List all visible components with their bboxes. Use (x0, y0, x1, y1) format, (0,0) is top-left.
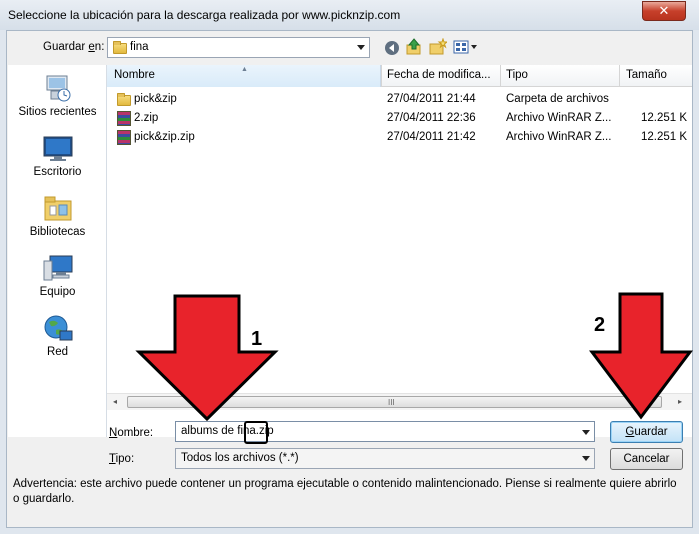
sidebar-item-libraries[interactable]: Bibliotecas (8, 193, 107, 238)
arrow-shape (588, 292, 694, 420)
file-date: 27/04/2011 21:44 (387, 93, 476, 105)
column-separator[interactable] (381, 65, 382, 87)
libraries-icon (42, 193, 74, 223)
up-folder-icon[interactable] (405, 38, 423, 56)
winrar-archive-icon (117, 130, 131, 145)
location-combo[interactable]: fina (107, 37, 370, 58)
annotation-number-2: 2 (594, 314, 606, 336)
sidebar-item-network[interactable]: Red (8, 313, 107, 358)
file-date: 27/04/2011 21:42 (387, 131, 476, 143)
filetype-label: Tipo: (109, 453, 135, 465)
close-icon: ✕ (658, 3, 670, 18)
file-row[interactable]: 2.zip 27/04/2011 22:36 Archivo WinRAR Z.… (107, 109, 692, 128)
column-header: ▲ Nombre Fecha de modifica... Tipo Tamañ… (107, 65, 692, 87)
location-value: fina (130, 41, 149, 53)
file-name: pick&zip.zip (134, 131, 195, 143)
sort-ascending-icon: ▲ (241, 66, 248, 73)
column-name[interactable]: Nombre (114, 69, 155, 81)
view-menu-icon[interactable] (453, 38, 479, 56)
arrow-shape (135, 294, 279, 422)
sidebar-item-desktop[interactable]: Escritorio (8, 133, 107, 178)
dialog-body: Guardar en: fina Sitios recientes Escrit… (6, 30, 693, 528)
save-button[interactable]: Guardar (610, 421, 683, 443)
network-icon (42, 313, 74, 343)
column-size[interactable]: Tamaño (626, 69, 667, 81)
annotation-arrow-1 (135, 294, 279, 422)
desktop-icon (42, 133, 74, 163)
file-type: Carpeta de archivos (506, 93, 609, 105)
chevron-down-icon (582, 456, 590, 461)
sidebar-item-computer[interactable]: Equipo (8, 253, 107, 298)
column-date[interactable]: Fecha de modifica... (387, 69, 491, 81)
filename-label: Nombre: (109, 427, 154, 439)
location-label: Guardar en: (43, 41, 105, 53)
annotation-number-1: 1 (251, 328, 263, 350)
title-bar: Seleccione la ubicación para la descarga… (0, 0, 699, 30)
folder-icon (117, 93, 131, 106)
cancel-button[interactable]: Cancelar (610, 448, 683, 470)
close-button[interactable]: ✕ (642, 1, 686, 21)
winrar-archive-icon (117, 111, 131, 126)
new-folder-icon[interactable] (429, 38, 447, 56)
file-date: 27/04/2011 22:36 (387, 112, 476, 124)
file-row[interactable]: pick&zip 27/04/2011 21:44 Carpeta de arc… (107, 90, 692, 109)
file-type: Archivo WinRAR Z... (506, 112, 612, 124)
window-title: Seleccione la ubicación para la descarga… (8, 8, 401, 22)
save-button-label: Guardar (625, 426, 668, 438)
file-name: 2.zip (134, 112, 159, 124)
column-separator[interactable] (619, 65, 620, 87)
cancel-button-label: Cancelar (623, 453, 670, 465)
chevron-down-icon (357, 45, 365, 50)
recent-places-icon (42, 73, 74, 103)
file-row[interactable]: pick&zip.zip 27/04/2011 21:42 Archivo Wi… (107, 128, 692, 147)
column-separator[interactable] (500, 65, 501, 87)
file-size: 12.251 K (640, 131, 687, 143)
file-size: 12.251 K (640, 112, 687, 124)
filename-field[interactable]: albums de fina.zip (175, 421, 595, 444)
scroll-left-icon[interactable]: ◂ (113, 397, 117, 406)
column-type[interactable]: Tipo (506, 69, 528, 81)
cursor-highlight (244, 421, 268, 444)
chevron-down-icon[interactable] (582, 430, 590, 435)
folder-icon (113, 41, 127, 54)
navigation-pane: Sitios recientes Escritorio Bibliotecas … (8, 65, 107, 437)
computer-icon (42, 253, 74, 283)
annotation-arrow-2 (588, 292, 694, 420)
file-type: Archivo WinRAR Z... (506, 131, 612, 143)
back-icon[interactable] (383, 39, 401, 57)
filetype-select[interactable]: Todos los archivos (*.*) (175, 448, 595, 469)
sidebar-item-recent-places[interactable]: Sitios recientes (8, 73, 107, 118)
filetype-value: Todos los archivos (*.*) (181, 452, 299, 464)
scrollbar-grip: III (388, 398, 395, 407)
file-name: pick&zip (134, 93, 177, 105)
warning-text: Advertencia: este archivo puede contener… (13, 478, 677, 505)
